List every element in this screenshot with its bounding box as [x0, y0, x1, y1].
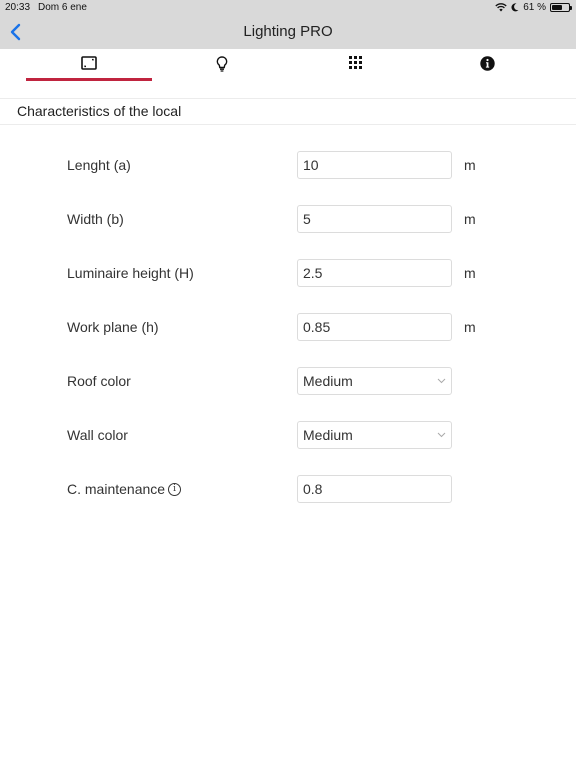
status-time: 20:33 — [5, 2, 31, 13]
roof-color-row: Roof color Medium — [0, 367, 576, 395]
luminaire-height-row: Luminaire height (H) m — [0, 259, 576, 287]
tab-grid[interactable] — [292, 49, 418, 85]
roof-color-label: Roof color — [67, 373, 131, 389]
battery-fill — [552, 5, 562, 10]
page-title: Lighting PRO — [243, 23, 333, 40]
maintenance-label-group: C. maintenance i — [67, 481, 182, 497]
moon-icon — [511, 3, 519, 12]
width-unit: m — [464, 211, 476, 227]
roof-color-value: Medium — [303, 373, 353, 389]
wall-color-row: Wall color Medium — [0, 421, 576, 449]
chevron-down-icon — [437, 378, 446, 384]
length-input[interactable] — [297, 151, 452, 179]
status-bar: 20:33 Dom 6 ene 61 % — [0, 0, 576, 16]
roof-color-select[interactable]: Medium — [297, 367, 452, 395]
tab-room-dimensions[interactable] — [26, 49, 152, 81]
lightbulb-icon — [216, 56, 228, 72]
luminaire-height-input[interactable] — [297, 259, 452, 287]
section-title: Characteristics of the local — [17, 103, 182, 119]
luminaire-height-label: Luminaire height (H) — [67, 265, 194, 281]
width-row: Width (b) m — [0, 205, 576, 233]
tab-bar — [0, 49, 576, 85]
maintenance-label: C. maintenance — [67, 481, 166, 497]
tab-luminaire[interactable] — [159, 49, 285, 85]
luminaire-height-unit: m — [464, 265, 476, 281]
work-plane-input[interactable] — [297, 313, 452, 341]
work-plane-row: Work plane (h) m — [0, 313, 576, 341]
maintenance-input[interactable] — [297, 475, 452, 503]
info-circle-icon[interactable]: i — [168, 482, 182, 496]
room-dimensions-icon — [81, 56, 97, 70]
maintenance-row: C. maintenance i — [0, 475, 576, 503]
chevron-down-icon — [437, 432, 446, 438]
tab-info[interactable] — [424, 49, 550, 85]
width-input[interactable] — [297, 205, 452, 233]
wall-color-label: Wall color — [67, 427, 128, 443]
length-label: Lenght (a) — [67, 157, 131, 173]
wall-color-select[interactable]: Medium — [297, 421, 452, 449]
length-row: Lenght (a) m — [0, 151, 576, 179]
status-right: 61 % — [495, 2, 572, 13]
work-plane-label: Work plane (h) — [67, 319, 159, 335]
wall-color-value: Medium — [303, 427, 353, 443]
wifi-icon — [495, 3, 507, 12]
status-date: Dom 6 ene — [38, 2, 87, 13]
work-plane-unit: m — [464, 319, 476, 335]
battery-icon — [550, 3, 572, 12]
navigation-bar: Lighting PRO — [0, 16, 576, 49]
length-unit: m — [464, 157, 476, 173]
grid-icon — [348, 56, 362, 69]
section-header: Characteristics of the local — [0, 98, 576, 125]
width-label: Width (b) — [67, 211, 124, 227]
battery-percent: 61 % — [523, 2, 546, 13]
info-icon — [479, 56, 495, 71]
